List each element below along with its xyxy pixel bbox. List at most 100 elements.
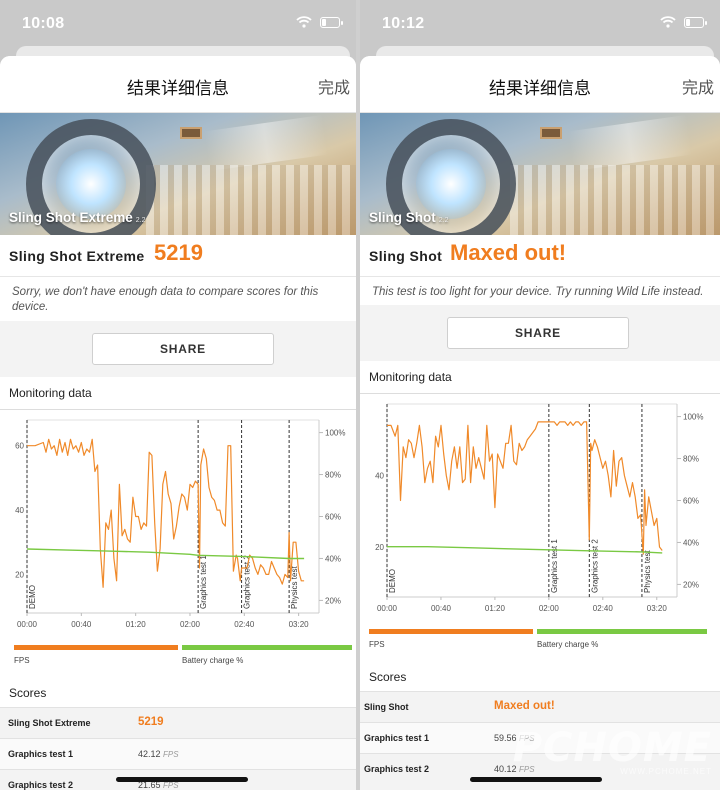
nav-title: 结果详细信息 [127, 79, 229, 99]
x-tick-label: 02:40 [234, 620, 255, 629]
home-indicator[interactable] [116, 777, 248, 782]
phase-label: Physics test [643, 550, 652, 593]
score-message: Sorry, we don't have enough data to comp… [0, 277, 356, 321]
y-right-tick-label: 40% [325, 554, 341, 563]
score-row-name: Graphics test 1 [8, 749, 74, 759]
banner-version: 2.2 [135, 217, 146, 224]
x-tick-label: 03:20 [647, 604, 668, 613]
phase-label: Graphics test 1 [550, 539, 559, 593]
x-tick-label: 00:40 [431, 604, 452, 613]
fps-legend-swatch [369, 629, 533, 634]
phase-label: Graphics test 2 [243, 555, 252, 609]
monitoring-chart-svg: 20 40 60 20% 40% 60% 80% 100% 00:00 00:40 01:20 02:… [15, 419, 345, 629]
banner-title: Sling Shot 2.2 [369, 210, 449, 225]
share-button[interactable]: SHARE [447, 317, 629, 349]
battery-series-line [26, 548, 305, 560]
score-row-name: Graphics test 1 [364, 733, 430, 743]
y-right-tick-label: 40% [683, 538, 699, 547]
fps-legend-label: FPS [369, 640, 385, 649]
done-button[interactable]: 完成 [318, 74, 350, 98]
phone-screen-left: 10:08 结果详细信息 完成 Sling Shot Extreme 2.2 Sl… [0, 0, 356, 790]
wifi-icon [660, 16, 676, 28]
benchmark-score: Maxed out! [450, 240, 567, 265]
status-icons [660, 16, 707, 28]
score-row: Graphics test 1 42.12 FPS [0, 738, 356, 769]
x-tick-label: 00:00 [377, 604, 398, 613]
battery-series-line [387, 545, 663, 554]
watermark-logo: PCHOME WWW.PCHOME.NET [512, 725, 712, 776]
home-indicator[interactable] [470, 777, 602, 782]
battery-legend-label: Battery charge % [182, 656, 244, 665]
y-right-tick-label: 80% [683, 455, 699, 464]
scores-title: Scores [360, 663, 720, 691]
fps-legend-label: FPS [14, 656, 30, 665]
banner-version: 2.2 [438, 217, 449, 224]
battery-icon [320, 16, 343, 28]
y-right-tick-label: 20% [325, 596, 341, 605]
x-tick-label: 00:00 [17, 620, 38, 629]
y-right-tick-label: 100% [683, 413, 703, 422]
y-right-tick-label: 60% [683, 497, 699, 506]
share-button[interactable]: SHARE [92, 333, 274, 365]
score-row: Sling Shot Extreme 5219 [0, 707, 356, 738]
phase-label: DEMO [388, 569, 397, 593]
y-tick-label: 20 [375, 543, 384, 552]
fps-legend-swatch [14, 645, 178, 650]
score-row-value: Maxed out! [494, 700, 555, 712]
y-right-tick-label: 100% [325, 429, 345, 438]
nav-title: 结果详细信息 [489, 79, 591, 99]
fps-unit: FPS [163, 750, 179, 759]
banner-title: Sling Shot Extreme 2.2 [9, 210, 146, 225]
share-area: SHARE [0, 321, 356, 377]
score-row-name: Sling Shot [364, 702, 409, 712]
battery-icon [684, 16, 707, 28]
y-right-tick-label: 80% [325, 471, 341, 480]
status-icons [296, 16, 343, 28]
monitoring-title: Monitoring data [360, 361, 720, 394]
y-right-tick-label: 20% [683, 580, 699, 589]
y-tick-label: 40 [375, 471, 384, 480]
monitoring-chart-svg: 20 40 20% 40% 60% 80% 100% 00:00 00:40 01:20 02:00… [375, 403, 703, 613]
status-time: 10:12 [382, 15, 425, 32]
y-tick-label: 40 [15, 506, 24, 515]
benchmark-banner-image: Sling Shot 2.2 [360, 113, 720, 235]
x-tick-label: 01:20 [126, 620, 147, 629]
chart-legend: FPS Battery charge % [360, 625, 720, 663]
fps-series-line [27, 438, 305, 588]
phase-label: Graphics test 1 [199, 555, 208, 609]
chart-legend: FPS Battery charge % [0, 641, 356, 679]
x-tick-label: 03:20 [289, 620, 310, 629]
phase-label: DEMO [28, 585, 37, 609]
score-row-name: Graphics test 2 [364, 764, 430, 774]
score-message: This test is too light for your device. … [360, 277, 720, 305]
benchmark-banner-image: Sling Shot Extreme 2.2 [0, 113, 356, 235]
share-area: SHARE [360, 305, 720, 361]
score-row-name: Sling Shot Extreme [8, 718, 91, 728]
status-bar: 10:08 [0, 0, 356, 52]
x-tick-label: 02:00 [539, 604, 560, 613]
done-button[interactable]: 完成 [682, 74, 714, 98]
monitoring-title: Monitoring data [0, 377, 356, 410]
score-row-value: 5219 [138, 716, 164, 728]
fps-unit: FPS [163, 781, 179, 790]
score-row: Sling Shot Maxed out! [360, 691, 720, 722]
score-row-value: 42.12 FPS [138, 749, 179, 759]
battery-legend-swatch [537, 629, 707, 634]
x-tick-label: 00:40 [71, 620, 92, 629]
status-time: 10:08 [22, 15, 65, 32]
battery-legend-label: Battery charge % [537, 640, 599, 649]
battery-legend-swatch [182, 645, 352, 650]
monitoring-chart: 20 40 60 20% 40% 60% 80% 100% 00:00 00:40 01:20 02:… [0, 410, 356, 641]
result-details-sheet: 结果详细信息 完成 Sling Shot Extreme 2.2 Sling Sh… [0, 56, 356, 790]
nav-bar: 结果详细信息 完成 [0, 56, 356, 113]
benchmark-name: Sling Shot Extreme [9, 248, 145, 264]
score-header: Sling Shot Maxed out! [360, 235, 720, 277]
benchmark-score: 5219 [154, 240, 203, 265]
y-tick-label: 20 [15, 570, 24, 579]
wifi-icon [296, 16, 312, 28]
y-right-tick-label: 60% [325, 513, 341, 522]
scores-title: Scores [0, 679, 356, 707]
y-tick-label: 60 [15, 442, 24, 451]
benchmark-name: Sling Shot [369, 248, 443, 264]
nav-bar: 结果详细信息 完成 [360, 56, 720, 113]
